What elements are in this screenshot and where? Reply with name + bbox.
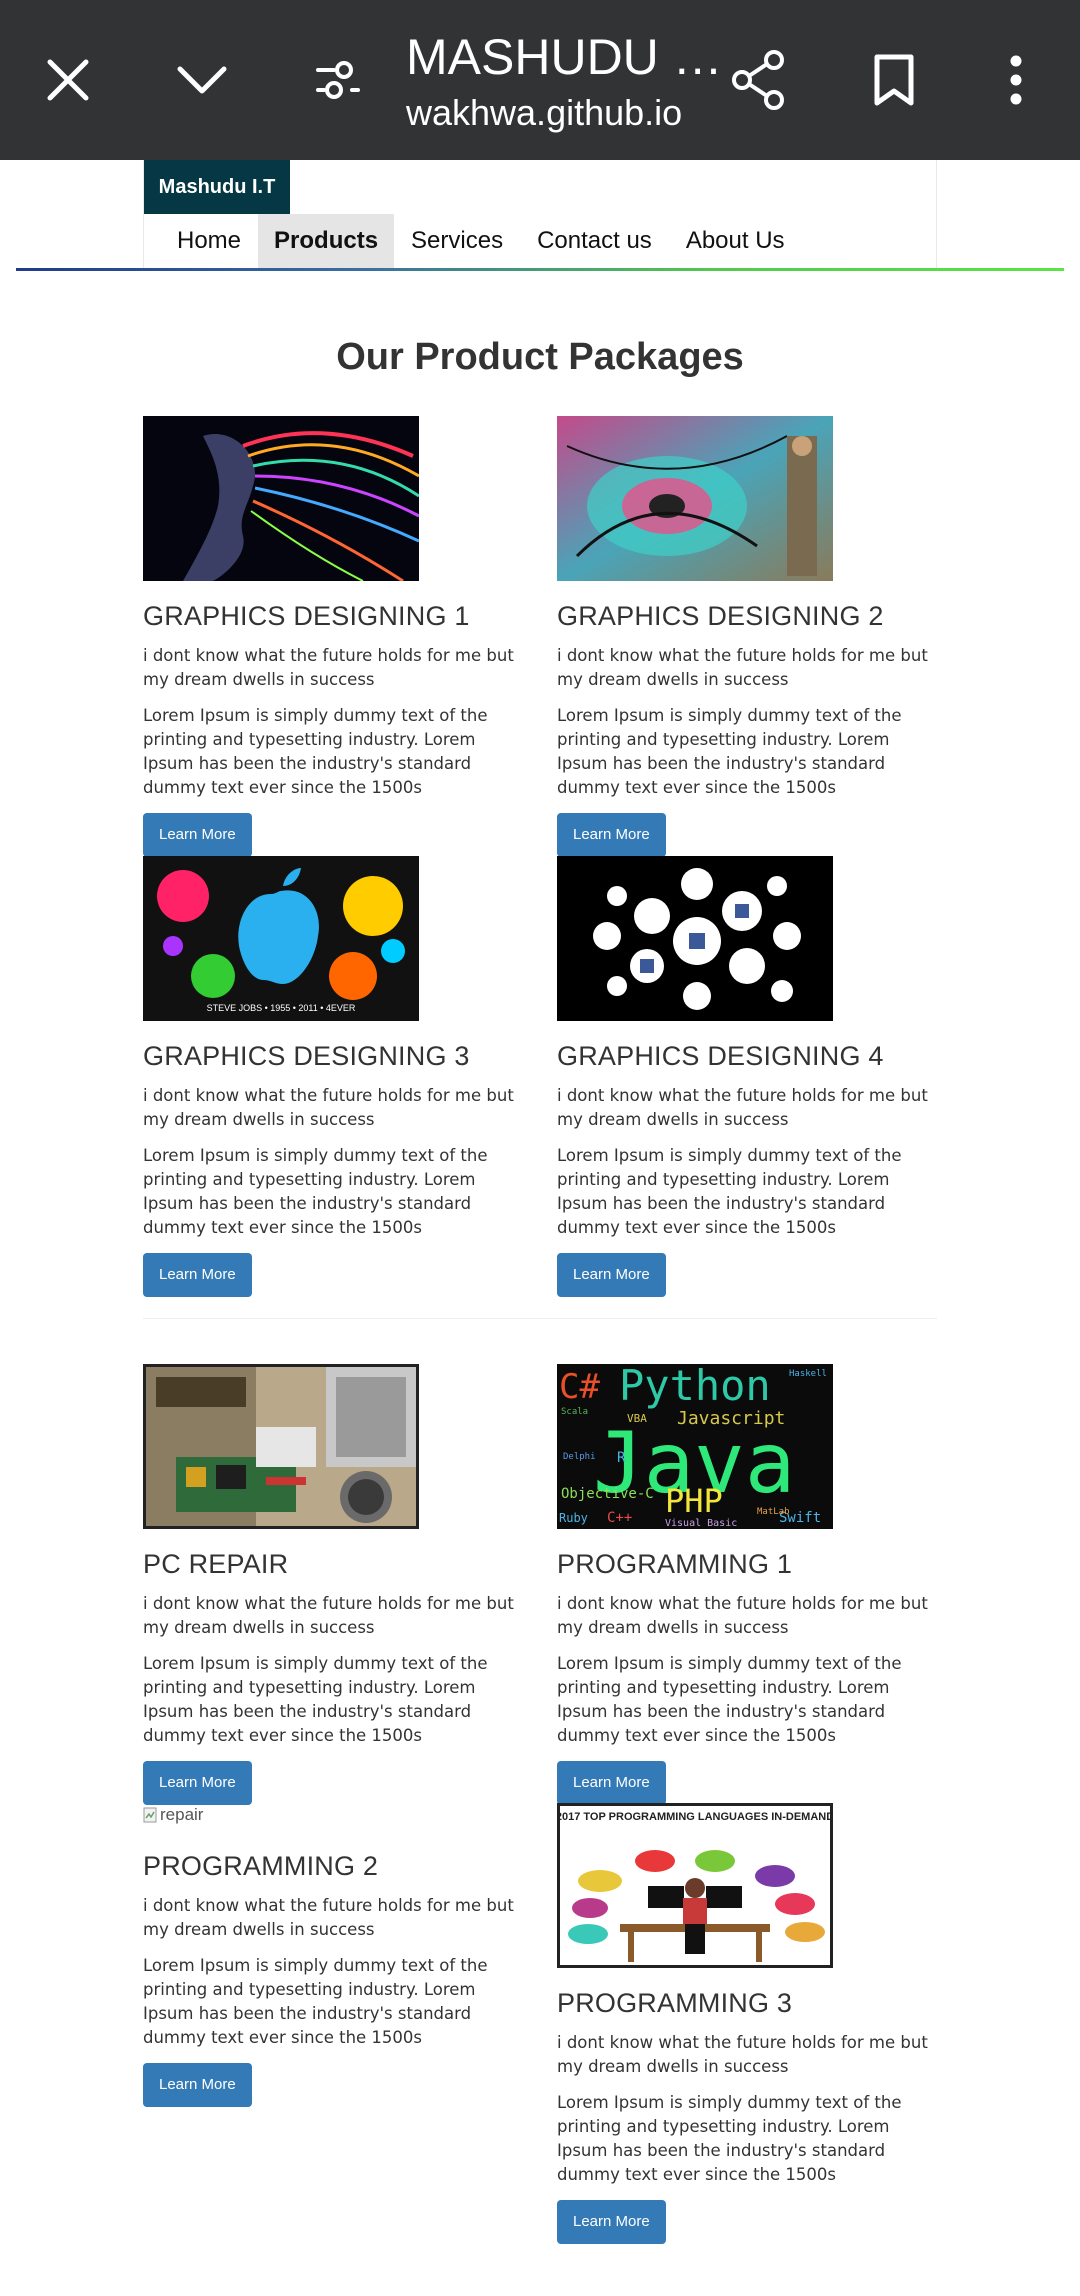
- product-card: 2017 TOP PROGRAMMING LANGUAGES IN-DEMAND…: [557, 1803, 937, 2244]
- product-image-graphics-2: [557, 416, 833, 581]
- brand-logo[interactable]: Mashudu I.T: [144, 160, 290, 214]
- product-image-programming-3: 2017 TOP PROGRAMMING LANGUAGES IN-DEMAND: [557, 1803, 833, 1968]
- svg-text:Haskell: Haskell: [789, 1369, 827, 1379]
- learn-more-button[interactable]: Learn More: [557, 1253, 666, 1297]
- page-url[interactable]: wakhwa.github.io: [406, 92, 682, 134]
- close-icon[interactable]: [28, 40, 108, 120]
- site-navbar: Mashudu I.T Home Products Services Conta…: [143, 160, 937, 268]
- learn-more-button[interactable]: Learn More: [143, 2063, 252, 2107]
- product-title: GRAPHICS DESIGNING 2: [557, 601, 884, 631]
- page-title: MASHUDU …: [406, 29, 723, 85]
- svg-text:Delphi: Delphi: [563, 1452, 596, 1462]
- product-description: Lorem Ipsum is simply dummy text of the …: [143, 1146, 488, 1237]
- product-subtitle: i dont know what the future holds for me…: [143, 1594, 514, 1637]
- nav-contact-us[interactable]: Contact us: [520, 214, 669, 268]
- product-card: GRAPHICS DESIGNING 4 i dont know what th…: [557, 856, 937, 1297]
- product-card: GRAPHICS DESIGNING 1 i dont know what th…: [143, 416, 523, 857]
- nav-products[interactable]: Products: [258, 214, 395, 268]
- svg-text:Python: Python: [619, 1364, 771, 1410]
- learn-more-button[interactable]: Learn More: [557, 813, 666, 857]
- product-subtitle: i dont know what the future holds for me…: [557, 1594, 928, 1637]
- bookmark-icon[interactable]: [854, 40, 934, 120]
- nav-home[interactable]: Home: [160, 214, 258, 268]
- svg-text:Visual Basic: Visual Basic: [665, 1518, 737, 1529]
- svg-text:2017 TOP PROGRAMMING LANGUAGES: 2017 TOP PROGRAMMING LANGUAGES IN-DEMAND: [560, 1811, 830, 1823]
- product-description: Lorem Ipsum is simply dummy text of the …: [557, 1654, 902, 1745]
- product-card: PC REPAIR i dont know what the future ho…: [143, 1364, 523, 1805]
- product-title: PC REPAIR: [143, 1549, 289, 1579]
- svg-text:C#: C#: [559, 1367, 600, 1407]
- product-title: GRAPHICS DESIGNING 4: [557, 1041, 884, 1071]
- svg-text:PHP: PHP: [665, 1482, 723, 1520]
- product-subtitle: i dont know what the future holds for me…: [557, 646, 928, 689]
- product-card: repair PROGRAMMING 2 i dont know what th…: [143, 1803, 523, 2107]
- nav-about-us[interactable]: About Us: [669, 214, 802, 268]
- product-image-pc-repair: [143, 1364, 419, 1529]
- svg-text:R: R: [617, 1450, 626, 1466]
- learn-more-button[interactable]: Learn More: [557, 1761, 666, 1805]
- product-image-programming-1: C# Python Javascript Java PHP Objective-…: [557, 1364, 833, 1529]
- settings-sliders-icon[interactable]: [298, 40, 378, 120]
- svg-text:MatLab: MatLab: [757, 1507, 790, 1517]
- svg-text:Ruby: Ruby: [559, 1511, 588, 1525]
- product-card: GRAPHICS DESIGNING 2 i dont know what th…: [557, 416, 937, 857]
- product-description: Lorem Ipsum is simply dummy text of the …: [143, 1654, 488, 1745]
- more-vert-icon[interactable]: [976, 40, 1056, 120]
- product-image-graphics-1: [143, 416, 419, 581]
- product-subtitle: i dont know what the future holds for me…: [143, 1086, 514, 1129]
- product-title: PROGRAMMING 2: [143, 1851, 379, 1881]
- broken-image: repair: [143, 1803, 523, 1827]
- product-subtitle: i dont know what the future holds for me…: [557, 1086, 928, 1129]
- learn-more-button[interactable]: Learn More: [143, 813, 252, 857]
- svg-text:VBA: VBA: [627, 1412, 647, 1425]
- nav-services[interactable]: Services: [394, 214, 520, 268]
- svg-text:Objective-C: Objective-C: [561, 1486, 654, 1502]
- svg-text:Scala: Scala: [561, 1407, 588, 1417]
- product-image-graphics-3: STEVE JOBS • 1955 • 2011 • 4EVER: [143, 856, 419, 1021]
- learn-more-button[interactable]: Learn More: [143, 1761, 252, 1805]
- product-image-graphics-4: [557, 856, 833, 1021]
- product-card: STEVE JOBS • 1955 • 2011 • 4EVER GRAPHIC…: [143, 856, 523, 1297]
- section-heading: Our Product Packages: [336, 336, 744, 378]
- broken-image-icon: [143, 1807, 157, 1823]
- product-title: GRAPHICS DESIGNING 3: [143, 1041, 470, 1071]
- product-subtitle: i dont know what the future holds for me…: [557, 2033, 928, 2076]
- browser-toolbar: MASHUDU … wakhwa.github.io: [0, 0, 1080, 160]
- product-subtitle: i dont know what the future holds for me…: [143, 1896, 514, 1939]
- product-description: Lorem Ipsum is simply dummy text of the …: [557, 706, 902, 797]
- image-alt-text: repair: [160, 1805, 204, 1824]
- share-icon[interactable]: [718, 40, 798, 120]
- product-description: Lorem Ipsum is simply dummy text of the …: [143, 1956, 488, 2047]
- section-divider: [143, 1318, 937, 1319]
- svg-text:C++: C++: [607, 1510, 632, 1526]
- product-subtitle: i dont know what the future holds for me…: [143, 646, 514, 689]
- chevron-down-icon[interactable]: [162, 40, 242, 120]
- product-title: PROGRAMMING 1: [557, 1549, 793, 1579]
- nav-links: Home Products Services Contact us About …: [160, 214, 802, 268]
- product-description: Lorem Ipsum is simply dummy text of the …: [557, 2093, 902, 2184]
- learn-more-button[interactable]: Learn More: [557, 2200, 666, 2244]
- svg-text:STEVE JOBS • 1955 • 2011 • 4EV: STEVE JOBS • 1955 • 2011 • 4EVER: [207, 1003, 356, 1013]
- product-description: Lorem Ipsum is simply dummy text of the …: [143, 706, 488, 797]
- learn-more-button[interactable]: Learn More: [143, 1253, 252, 1297]
- product-description: Lorem Ipsum is simply dummy text of the …: [557, 1146, 902, 1237]
- nav-underline: [16, 268, 1064, 271]
- product-title: PROGRAMMING 3: [557, 1988, 793, 2018]
- product-title: GRAPHICS DESIGNING 1: [143, 601, 470, 631]
- product-card: C# Python Javascript Java PHP Objective-…: [557, 1364, 937, 1805]
